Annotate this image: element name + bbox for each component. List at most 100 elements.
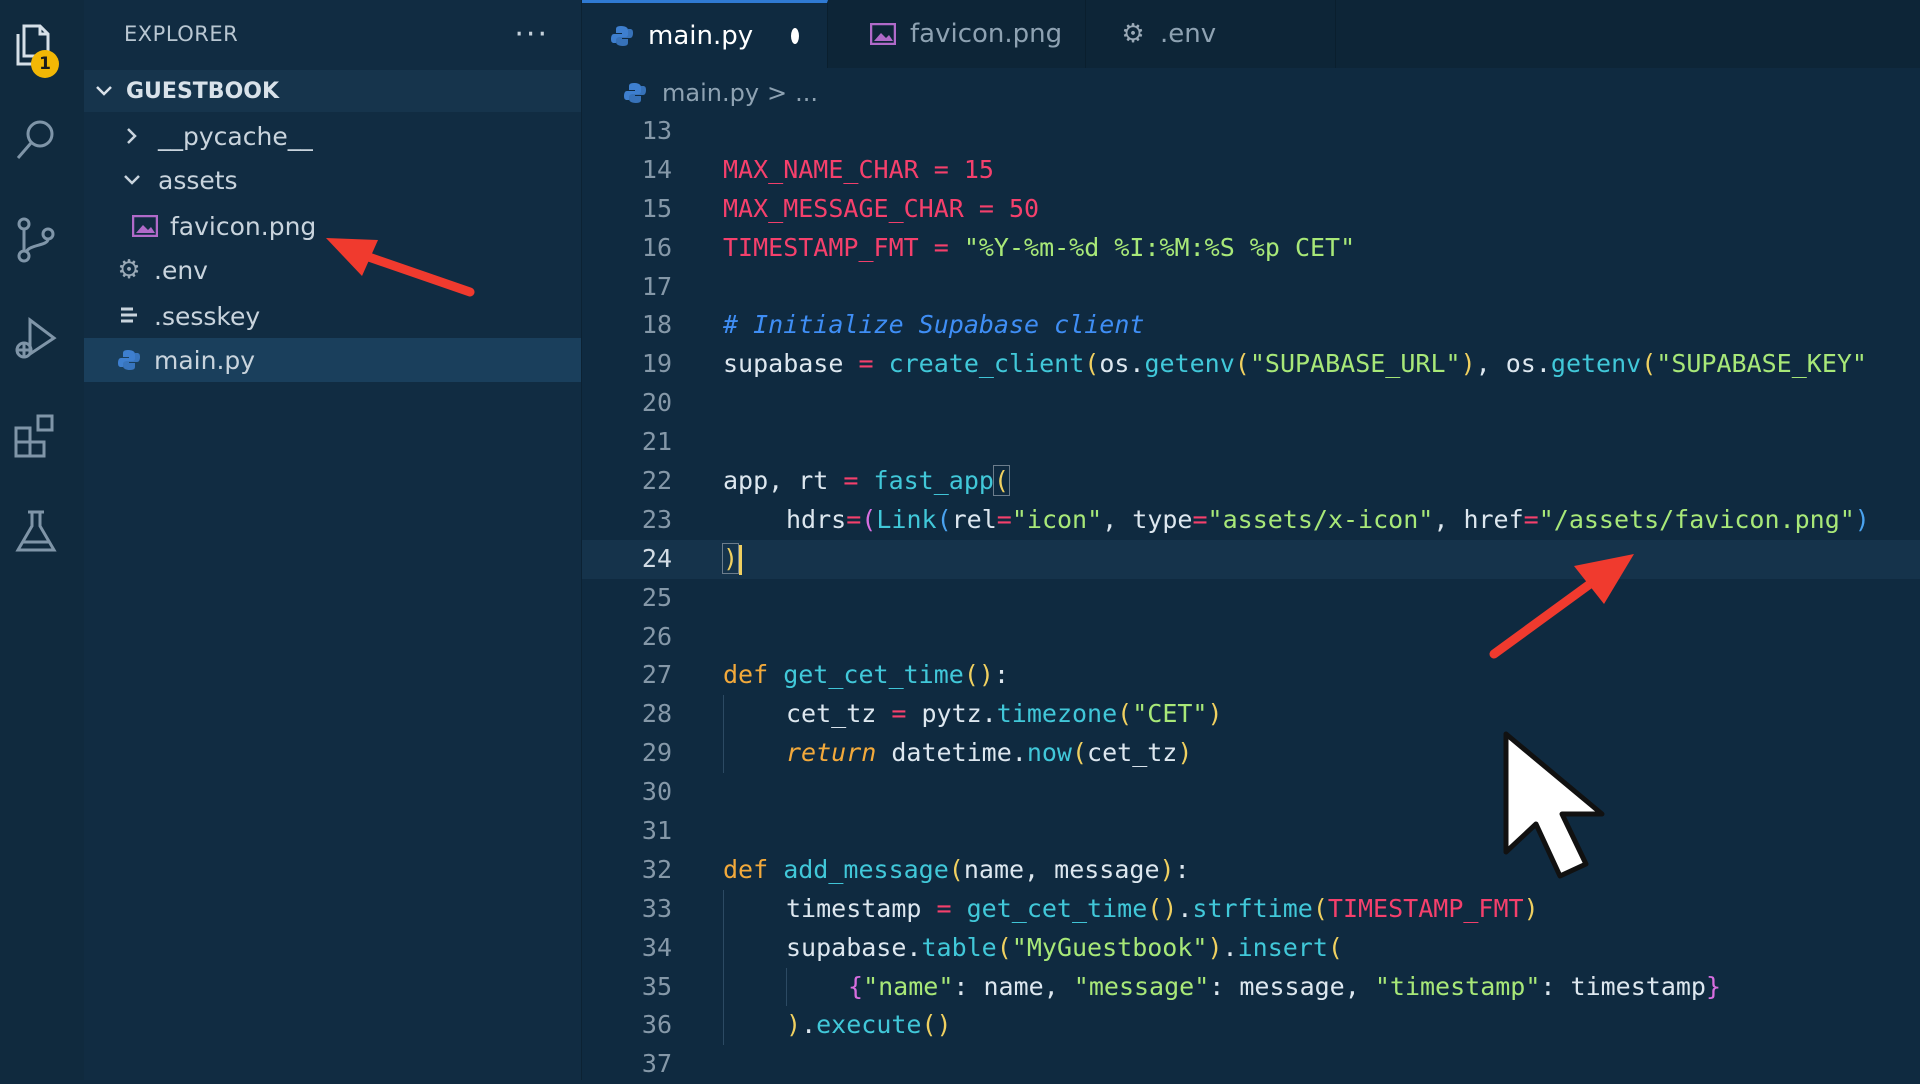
- tree-item-favicon[interactable]: favicon.png: [84, 204, 581, 248]
- code-line: 28 cet_tz = pytz.timezone("CET"): [582, 695, 1920, 735]
- explorer-panel: EXPLORER ··· GUESTBOOK __pycache__ asset…: [84, 0, 582, 1080]
- python-icon: [622, 80, 648, 106]
- line-number: 28: [641, 699, 672, 729]
- python-icon: [116, 347, 142, 373]
- tab-favicon-png[interactable]: favicon.png: [828, 0, 1086, 68]
- code-text: ).execute(): [786, 1010, 952, 1040]
- line-number: 15: [641, 193, 672, 223]
- line-number: 17: [641, 271, 672, 301]
- line-number: 24: [641, 543, 672, 573]
- line-number: 14: [641, 154, 672, 184]
- tree-item-pycache[interactable]: __pycache__: [84, 114, 581, 158]
- code-text: TIMESTAMP_FMT = "%Y-%m-%d %I:%M:%S %p CE…: [723, 232, 1356, 262]
- image-file-icon: [132, 213, 158, 239]
- search-icon[interactable]: [6, 110, 66, 170]
- code-line: 15 MAX_MESSAGE_CHAR = 50: [582, 190, 1920, 229]
- tree-item-label: assets: [158, 165, 238, 195]
- code-line: 27 def get_cet_time():: [582, 656, 1920, 695]
- more-actions-icon[interactable]: ···: [514, 17, 549, 52]
- line-number: 19: [641, 349, 672, 379]
- code-line: 26: [582, 618, 1920, 657]
- code-text: hdrs=(Link(rel="icon", type="assets/x-ic…: [786, 504, 1870, 534]
- line-number: 36: [641, 1010, 672, 1040]
- python-icon: [610, 23, 634, 49]
- line-number: 26: [641, 621, 672, 651]
- code-line: 35 {"name": name, "message": message, "ti…: [582, 967, 1920, 1007]
- image-file-icon: [870, 21, 896, 47]
- chevron-right-icon: [127, 128, 137, 144]
- explorer-header: EXPLORER ···: [84, 0, 581, 68]
- tree-item-env[interactable]: ⚙ .env: [84, 248, 581, 292]
- line-number: 32: [641, 854, 672, 884]
- tree-item-sesskey[interactable]: .sesskey: [84, 294, 581, 338]
- tab-label: favicon.png: [910, 19, 1063, 49]
- line-number: 21: [641, 427, 672, 457]
- workspace-folder-guestbook[interactable]: GUESTBOOK: [84, 70, 581, 112]
- line-number: 35: [641, 971, 672, 1001]
- code-line: 30: [582, 773, 1920, 812]
- tree-item-label: .env: [154, 255, 208, 285]
- line-number: 18: [641, 310, 672, 340]
- tab-label: .env: [1160, 19, 1217, 49]
- code-text: MAX_NAME_CHAR = 15: [723, 154, 994, 184]
- code-line: 21: [582, 423, 1920, 462]
- line-number: 13: [641, 116, 672, 145]
- code-line: 25: [582, 579, 1920, 618]
- tab-main-py[interactable]: main.py: [582, 0, 828, 68]
- code-editor[interactable]: 13 14 MAX_NAME_CHAR = 15 15 MAX_MESSAGE_CH…: [582, 112, 1920, 1084]
- code-text: MAX_MESSAGE_CHAR = 50: [723, 193, 1040, 223]
- explorer-badge: 1: [31, 50, 59, 78]
- line-number: 34: [641, 932, 672, 962]
- line-number: 23: [641, 504, 672, 534]
- chevron-down-icon: [96, 86, 112, 96]
- code-line: 34 supabase.table("MyGuestbook").insert(: [582, 928, 1920, 968]
- code-text: app, rt = fast_app(: [723, 465, 1011, 497]
- breadcrumb-file[interactable]: main.py: [662, 79, 759, 107]
- tree-item-label: .sesskey: [154, 301, 261, 331]
- code-text: return datetime.now(cet_tz): [786, 738, 1193, 768]
- code-text: timestamp = get_cet_time().strftime(TIME…: [786, 893, 1539, 923]
- breadcrumb: main.py > ...: [582, 72, 818, 114]
- chevron-down-icon: [124, 175, 140, 185]
- code-line: 29 return datetime.now(cet_tz): [582, 734, 1920, 774]
- extensions-icon[interactable]: [6, 406, 66, 466]
- code-line: 17: [582, 268, 1920, 307]
- gear-icon: ⚙: [117, 255, 141, 285]
- unsaved-dot-icon[interactable]: [791, 27, 799, 44]
- code-text: supabase.table("MyGuestbook").insert(: [786, 932, 1343, 962]
- text-cursor: [739, 544, 743, 575]
- line-number: 37: [641, 1049, 672, 1079]
- breadcrumb-more[interactable]: ...: [795, 79, 818, 107]
- source-control-icon[interactable]: [6, 210, 66, 270]
- line-number: 29: [641, 738, 672, 768]
- code-line: 19 supabase = create_client(os.getenv("SU…: [582, 345, 1920, 384]
- code-text: ): [721, 540, 743, 579]
- code-line: 14 MAX_NAME_CHAR = 15: [582, 151, 1920, 190]
- tree-item-assets[interactable]: assets: [84, 158, 581, 202]
- breadcrumb-separator: >: [767, 79, 788, 107]
- editor-area: main.py favicon.png ⚙ .env main.py > ...…: [582, 0, 1920, 1080]
- line-number: 20: [641, 388, 672, 418]
- code-text: # Initialize Supabase client: [723, 310, 1145, 340]
- code-text: def get_cet_time():: [723, 660, 1009, 690]
- code-line: 18 # Initialize Supabase client: [582, 306, 1920, 345]
- line-number: 16: [641, 232, 672, 262]
- testing-icon[interactable]: [6, 502, 66, 562]
- tree-item-main-py[interactable]: main.py: [84, 338, 581, 382]
- line-number: 33: [641, 893, 672, 923]
- activity-bar: 1: [0, 0, 85, 1080]
- line-number: 30: [641, 777, 672, 807]
- tab-bar: main.py favicon.png ⚙ .env: [582, 0, 1920, 68]
- code-line: 37: [582, 1045, 1920, 1084]
- run-debug-icon[interactable]: [6, 308, 66, 368]
- line-number: 22: [641, 466, 672, 496]
- tab-label: main.py: [648, 20, 754, 51]
- text-file-icon: [116, 303, 142, 329]
- code-line: 32 def add_message(name, message):: [582, 851, 1920, 890]
- tree-item-label: favicon.png: [170, 211, 317, 241]
- code-line: 13: [582, 112, 1920, 151]
- tab-env[interactable]: ⚙ .env: [1086, 0, 1336, 68]
- line-number: 27: [641, 660, 672, 690]
- code-line: 23 hdrs=(Link(rel="icon", type="assets/x-…: [582, 501, 1920, 540]
- line-number: 31: [641, 816, 672, 846]
